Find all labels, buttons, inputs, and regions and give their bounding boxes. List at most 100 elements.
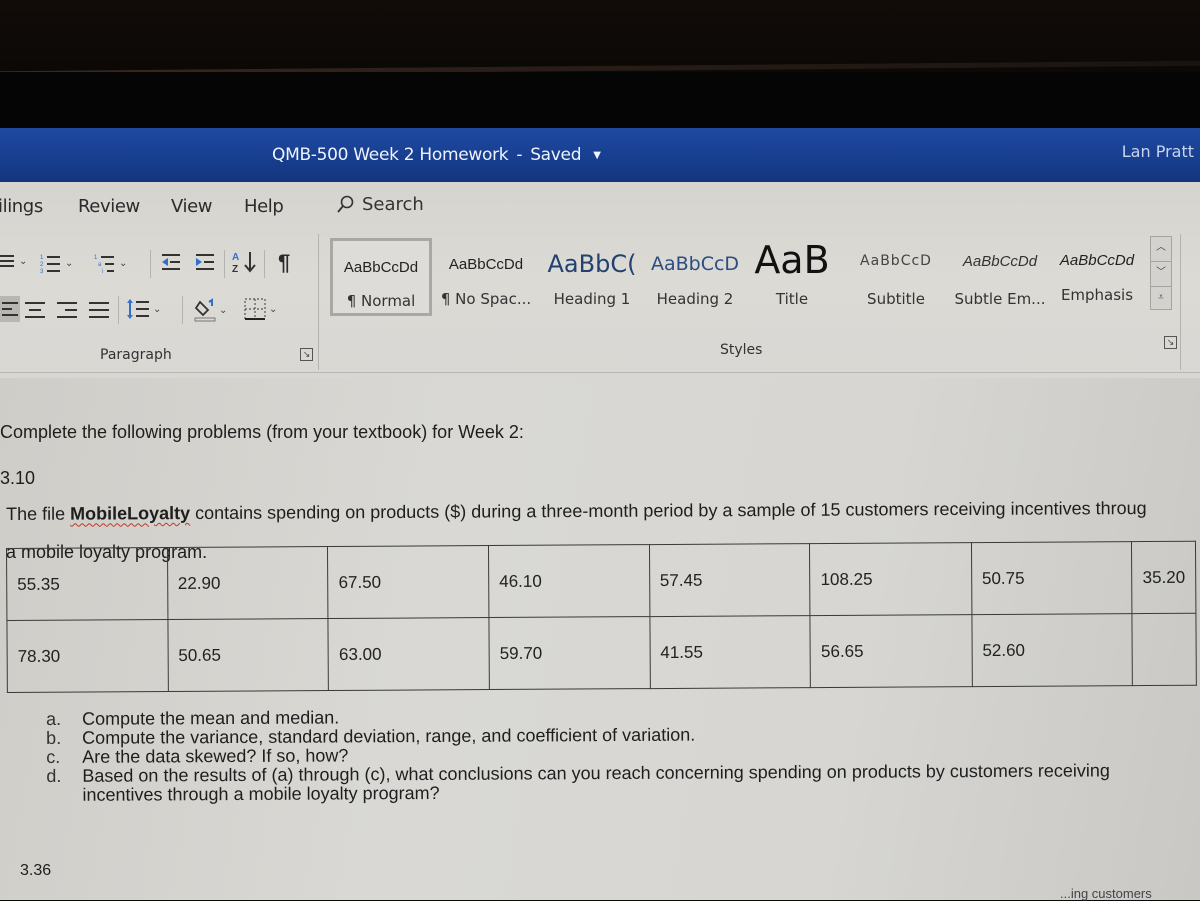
align-left-button[interactable] [0,296,20,322]
paragraph-dialog-launcher-icon[interactable]: ↘ [300,348,313,361]
align-center-button[interactable] [24,300,46,320]
table-cell[interactable]: 57.45 [649,544,810,617]
align-right-icon [56,300,78,320]
style-name: Emphasis [1052,286,1142,304]
line-spacing-button[interactable]: ⌄ [126,298,161,320]
justify-button[interactable] [88,300,110,320]
chevron-down-icon[interactable]: ▼ [593,150,600,161]
increase-indent-icon [194,252,216,272]
group-separator [318,234,319,370]
table-cell[interactable]: 35.20 [1132,541,1196,613]
shading-icon [194,298,216,322]
title-separator: - [516,145,522,165]
svg-text:2: 2 [40,262,44,268]
styles-group-label: Styles [720,342,762,358]
table-cell[interactable]: 67.50 [328,546,489,619]
align-left-icon [2,300,18,318]
file-name-misspelled[interactable]: MobileLoyalty [70,503,190,524]
search-box[interactable]: Search [336,194,424,215]
tab-mailings[interactable]: ilings [0,196,43,217]
style-sample: AaBbCcD [846,253,946,269]
style-normal[interactable]: AaBbCcDd ¶ Normal [330,238,432,316]
style-name: Subtitle [846,290,946,308]
style-name: Subtle Em... [950,290,1050,308]
tab-help[interactable]: Help [244,196,283,217]
separator [118,296,119,324]
style-name: Heading 1 [540,290,644,308]
align-right-button[interactable] [56,300,78,320]
shading-button[interactable]: ⌄ [194,298,227,322]
chevron-down-icon: ⌄ [19,256,27,267]
style-subtitle[interactable]: AaBbCcD Subtitle [846,238,946,316]
document-title[interactable]: QMB-500 Week 2 Homework - Saved ▼ [272,145,601,165]
table-cell[interactable]: 22.90 [167,547,328,620]
show-formatting-marks-button[interactable]: ¶ [278,250,290,276]
multilevel-list-icon: 1ai [94,252,116,274]
bullets-button[interactable]: ⌄ [0,252,27,270]
svg-text:1: 1 [94,255,98,261]
table-cell[interactable]: 50.75 [971,542,1132,615]
table-cell[interactable] [1132,613,1196,685]
table-cell[interactable]: 59.70 [489,617,650,690]
chevron-down-icon: ⌄ [65,258,73,269]
table-cell[interactable]: 55.35 [7,548,168,621]
question-text: incentives through a mobile loyalty prog… [82,783,439,806]
question-letter: b. [46,728,76,749]
style-sample: AaBbC( [540,250,644,278]
style-sample: AaBbCcDd [436,256,536,273]
scroll-down-icon[interactable]: ﹀ [1151,262,1171,287]
style-emphasis[interactable]: AaBbCcDd Emphasis [1052,238,1142,316]
svg-text:Z: Z [232,264,238,274]
style-no-spacing[interactable]: AaBbCcDd ¶ No Spac... [436,238,536,316]
style-title[interactable]: AaB Title [744,238,840,316]
style-sample: AaB [744,238,840,282]
table-cell[interactable]: 78.30 [7,620,168,693]
decrease-indent-button[interactable] [160,252,182,272]
spending-data-table: 55.3522.9067.5046.1057.45108.2550.7535.2… [6,541,1197,693]
cut-off-text: ...ing customers [1060,886,1152,901]
sort-button[interactable]: AZ [232,250,258,274]
svg-text:a: a [98,262,102,268]
table-cell[interactable]: 41.55 [650,616,811,689]
style-sample: AaBbCcDd [950,253,1050,270]
style-heading-1[interactable]: AaBbC( Heading 1 [540,238,644,316]
table-cell[interactable]: 52.60 [972,614,1133,687]
table-cell[interactable]: 50.65 [168,619,329,692]
document-name: QMB-500 Week 2 Homework [272,145,508,165]
tab-view[interactable]: View [171,196,212,217]
numbering-button[interactable]: 123 ⌄ [40,252,73,274]
style-heading-2[interactable]: AaBbCcD Heading 2 [646,238,744,316]
styles-gallery: AaBbCcDd ¶ Normal AaBbCcDd ¶ No Spac... … [330,238,1148,318]
align-center-icon [24,300,46,320]
table-cell[interactable]: 46.10 [489,545,650,618]
styles-dialog-launcher-icon[interactable]: ↘ [1164,336,1177,349]
svg-text:i: i [102,269,103,274]
numbering-icon: 123 [40,252,62,274]
chevron-down-icon: ⌄ [219,305,227,316]
increase-indent-button[interactable] [194,252,216,272]
question-letter: c. [46,747,76,768]
document-page[interactable]: Complete the following problems (from yo… [0,378,1200,900]
multilevel-list-button[interactable]: 1ai ⌄ [94,252,127,274]
justify-icon [88,300,110,320]
style-subtle-emphasis[interactable]: AaBbCcDd Subtle Em... [950,238,1050,316]
monitor-bezel [0,0,1200,72]
gallery-more-icon[interactable]: ⩡ [1151,287,1171,311]
style-sample: AaBbCcDd [1052,252,1142,269]
problem-number: 3.10 [0,468,35,489]
separator [150,250,151,278]
tab-review[interactable]: Review [78,196,140,217]
table-cell[interactable]: 63.00 [328,618,489,691]
intro-paragraph: Complete the following problems (from yo… [0,422,524,443]
paragraph-group-label: Paragraph [100,347,172,363]
style-name: Heading 2 [646,290,744,308]
separator [264,250,265,278]
user-account[interactable]: Lan Pratt [1122,142,1194,161]
style-sample: AaBbCcD [646,253,744,275]
table-cell[interactable]: 56.65 [810,615,972,688]
table-cell[interactable]: 108.25 [810,543,972,616]
question-text: Based on the results of (a) through (c),… [82,760,1110,786]
borders-button[interactable]: ⌄ [244,298,277,320]
borders-icon [244,298,266,320]
scroll-up-icon[interactable]: ︿ [1151,237,1171,262]
